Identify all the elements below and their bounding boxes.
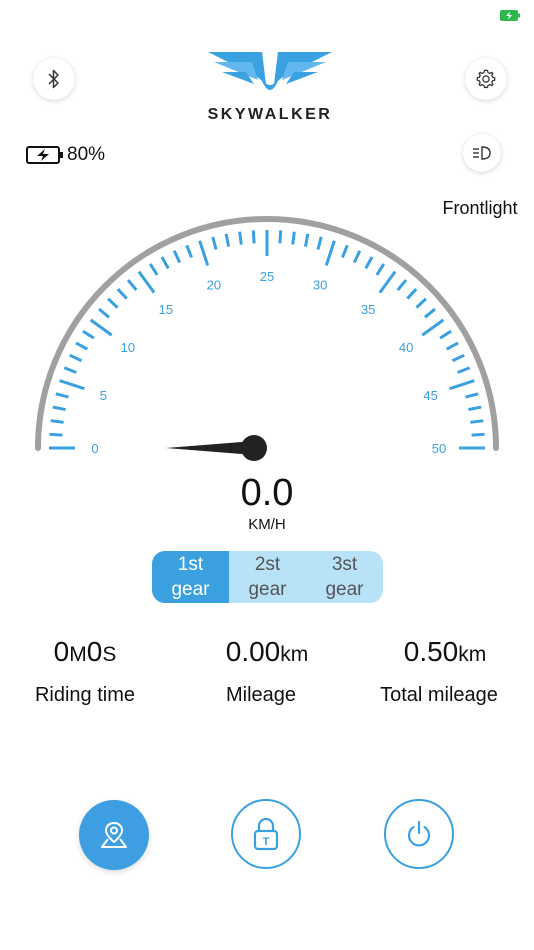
minor-tick	[251, 230, 256, 244]
major-tick	[378, 270, 397, 294]
minor-tick	[55, 392, 69, 399]
mileage-label: Mileage	[225, 684, 297, 706]
tick-label: 35	[361, 302, 375, 317]
minor-tick	[352, 250, 362, 264]
minor-tick	[98, 307, 111, 319]
minor-tick	[107, 297, 119, 309]
bluetooth-button[interactable]	[33, 58, 75, 100]
minor-tick	[126, 279, 138, 292]
power-button[interactable]	[384, 799, 454, 869]
tick-label: 20	[207, 277, 221, 292]
minor-tick	[278, 230, 283, 244]
battery-percent: 80%	[67, 144, 106, 165]
minor-tick	[160, 256, 170, 270]
total-mileage-label: Total mileage	[380, 684, 498, 706]
major-tick	[137, 270, 156, 294]
lock-icon: T	[253, 817, 279, 851]
gear-option-2[interactable]: 2st gear	[229, 551, 306, 603]
frontlight-button[interactable]	[463, 134, 501, 172]
gear-option-1[interactable]: 1st gear	[152, 551, 229, 603]
tick-label: 15	[159, 302, 173, 317]
map-button[interactable]	[79, 800, 149, 870]
minor-tick	[148, 263, 159, 276]
minor-tick	[415, 297, 427, 309]
speed-needle	[166, 441, 254, 455]
minor-tick	[439, 329, 452, 340]
minor-tick	[471, 432, 485, 437]
minor-tick	[172, 250, 182, 264]
minor-tick	[49, 432, 63, 437]
minor-tick	[69, 353, 83, 363]
total-mileage-value: 0.50km	[403, 636, 487, 667]
tick-label: 0	[91, 441, 98, 456]
minor-tick	[50, 419, 64, 424]
minor-tick	[341, 244, 349, 258]
brand-name: SKYWALKER	[207, 106, 333, 123]
minor-tick	[445, 341, 459, 351]
minor-tick	[316, 236, 323, 250]
speed-unit: KM/H	[248, 516, 286, 533]
power-icon	[407, 820, 431, 847]
minor-tick	[224, 233, 231, 247]
tick-label: 5	[100, 388, 107, 403]
minor-tick	[457, 366, 471, 374]
gear-icon	[476, 69, 496, 89]
battery-indicator: 80%	[26, 144, 105, 166]
minor-tick	[406, 288, 418, 300]
minor-tick	[470, 419, 484, 424]
minor-tick	[52, 405, 66, 412]
minor-tick	[63, 366, 77, 374]
minor-tick	[465, 392, 479, 399]
needle-hub	[241, 435, 267, 461]
minor-tick	[451, 353, 465, 363]
minor-tick	[364, 256, 374, 270]
minor-tick	[423, 307, 436, 319]
minor-tick	[238, 231, 243, 245]
minor-tick	[75, 341, 89, 351]
mileage-value: 0.00km	[225, 636, 309, 667]
headlight-icon	[473, 146, 491, 160]
major-tick	[324, 240, 336, 266]
minor-tick	[211, 236, 218, 250]
minor-tick	[82, 329, 95, 340]
major-tick	[59, 379, 85, 391]
gear-selector: 1st gear 2st gear 3st gear	[152, 551, 383, 603]
lock-glyph: T	[263, 836, 270, 848]
lock-button[interactable]: T	[231, 799, 301, 869]
major-tick	[421, 318, 445, 337]
status-battery-icon	[500, 8, 520, 21]
tick-label: 25	[260, 269, 274, 284]
tick-label: 40	[399, 340, 413, 355]
minor-tick	[116, 288, 128, 300]
tick-label: 30	[313, 277, 327, 292]
minor-tick	[291, 231, 296, 245]
minor-tick	[396, 279, 408, 292]
speed-value: 0.0	[240, 472, 294, 514]
battery-charging-icon	[26, 146, 63, 164]
settings-button[interactable]	[465, 58, 507, 100]
major-tick	[449, 379, 475, 391]
major-tick	[198, 240, 210, 266]
riding-time-value: 0M0S	[53, 636, 117, 667]
minor-tick	[468, 405, 482, 412]
map-pin-icon	[101, 821, 127, 848]
riding-time-label: Riding time	[34, 684, 136, 706]
gear-option-3[interactable]: 3st gear	[306, 551, 383, 603]
minor-tick	[185, 244, 193, 258]
minor-tick	[303, 233, 310, 247]
speedometer-gauge: 0 5 10 15 20 25 30 35 40 45 50	[35, 216, 499, 461]
tick-label: 50	[432, 441, 446, 456]
minor-tick	[375, 263, 386, 276]
bluetooth-icon	[48, 69, 59, 89]
tick-label: 10	[121, 340, 135, 355]
major-tick	[89, 318, 113, 337]
tick-label: 45	[423, 388, 437, 403]
